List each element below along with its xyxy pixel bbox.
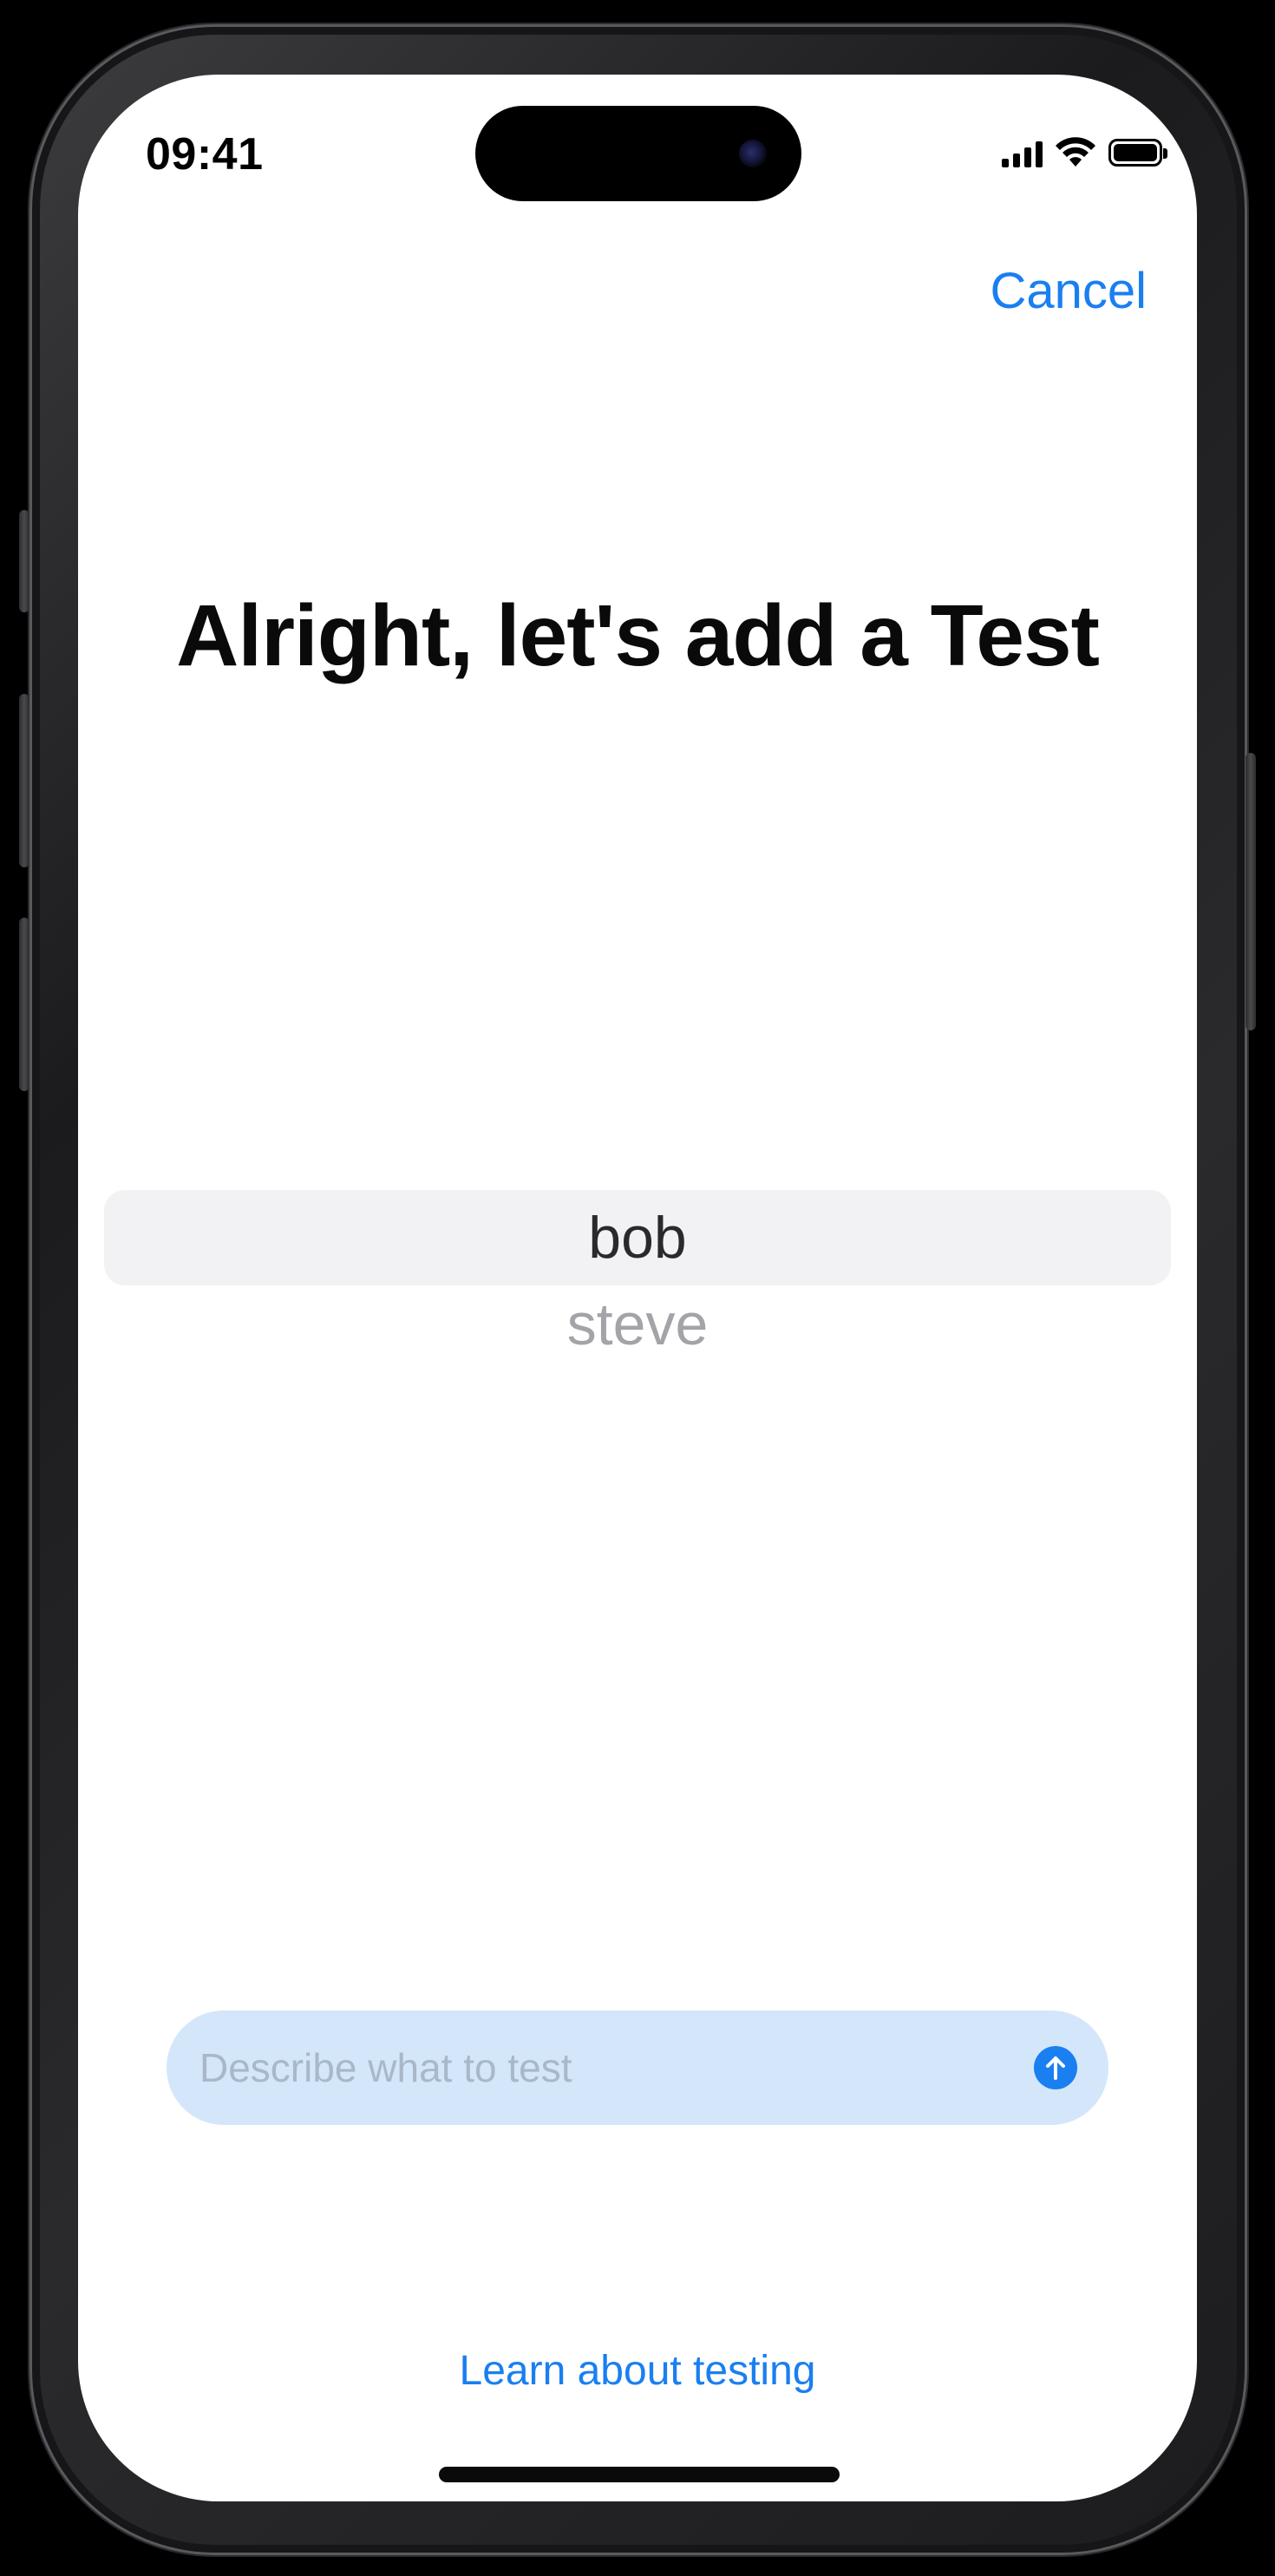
cellular-signal-icon xyxy=(1002,138,1043,167)
page-title: Alright, let's add a Test xyxy=(176,587,1100,684)
screen: 09:41 Cancel Alright, let's add a Test b… xyxy=(78,75,1197,2501)
action-button xyxy=(19,510,29,612)
wifi-icon xyxy=(1056,137,1095,167)
front-camera-icon xyxy=(739,140,767,167)
volume-down-button xyxy=(19,918,29,1091)
home-indicator[interactable] xyxy=(439,2467,840,2482)
arrow-up-circle-icon xyxy=(1046,2056,1065,2080)
power-button xyxy=(1246,753,1256,1030)
picker-option-steve[interactable]: steve xyxy=(104,1291,1171,1358)
picker-option-bob[interactable]: bob xyxy=(104,1204,1171,1272)
learn-about-testing-link[interactable]: Learn about testing xyxy=(78,2347,1197,2395)
battery-icon xyxy=(1108,139,1167,167)
status-icons xyxy=(1002,135,1167,170)
send-button[interactable] xyxy=(1034,2046,1077,2089)
status-time: 09:41 xyxy=(146,129,264,180)
volume-up-button xyxy=(19,694,29,867)
describe-field[interactable] xyxy=(167,2010,1108,2125)
cancel-button[interactable]: Cancel xyxy=(990,262,1147,320)
dynamic-island xyxy=(475,106,801,201)
describe-input[interactable] xyxy=(198,2043,982,2092)
